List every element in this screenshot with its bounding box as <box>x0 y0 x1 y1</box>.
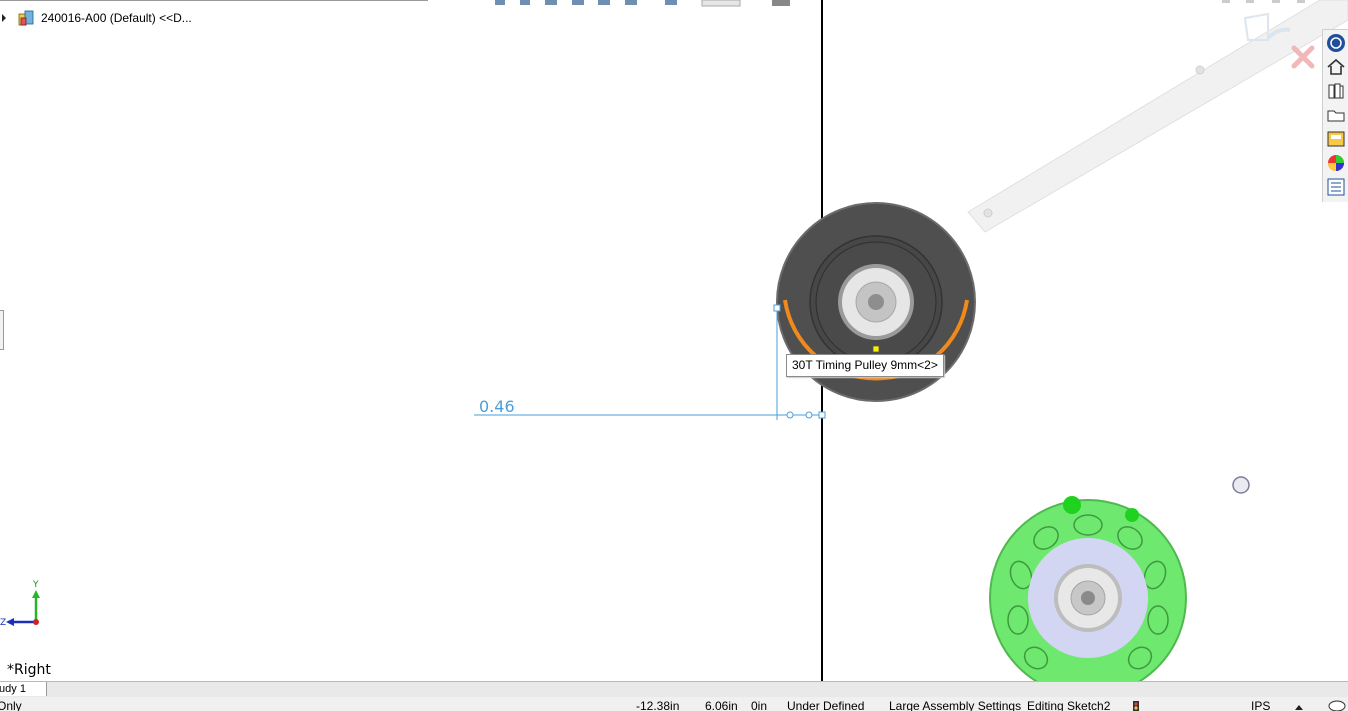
dimension-value[interactable]: 0.46 <box>479 397 515 416</box>
appearances-icon[interactable] <box>1325 152 1347 174</box>
status-left-text: Only <box>0 699 22 711</box>
tab-motion-study[interactable]: tudy 1 <box>0 682 47 696</box>
sketch-dimension[interactable] <box>474 304 826 420</box>
cancel-icon[interactable] <box>1291 45 1315 69</box>
help-chat-icon[interactable] <box>1328 699 1346 711</box>
home-icon[interactable] <box>1325 56 1347 78</box>
ghost-link-part <box>967 0 1348 233</box>
task-pane-tabs[interactable] <box>1322 29 1348 202</box>
bottom-tab-bar: tudy 1 <box>0 681 1348 697</box>
status-units[interactable]: IPS <box>1251 697 1270 711</box>
status-sketch-state: Under Defined <box>787 699 865 711</box>
file-explorer-icon[interactable] <box>1325 104 1347 126</box>
triad-y-label: Y <box>32 580 39 590</box>
status-assembly-mode[interactable]: Large Assembly Settings <box>889 697 1021 711</box>
units-menu-arrow-icon[interactable] <box>1295 699 1303 711</box>
reference-triad: Y Z <box>0 580 40 628</box>
graphics-area[interactable]: 240016-A00 (Default) <<D... Y Z 30T Timi… <box>0 0 1348 681</box>
status-x-coord: -12.38in <box>636 699 680 711</box>
green-pulley[interactable] <box>989 496 1187 681</box>
status-bar: Only -12.38in 6.06in 0in Under Defined L… <box>0 697 1348 711</box>
custom-properties-icon[interactable] <box>1325 176 1347 198</box>
status-editing: Editing Sketch2 <box>1027 699 1111 711</box>
status-y-coord: 6.06in <box>705 699 738 711</box>
svg-text:Z: Z <box>0 618 6 628</box>
view-orientation-label: *Right <box>7 662 51 678</box>
model-canvas: Y Z <box>0 0 1348 681</box>
component-tooltip: 30T Timing Pulley 9mm<2> <box>786 354 944 377</box>
design-library-icon[interactable] <box>1325 80 1347 102</box>
small-fastener[interactable] <box>1232 476 1250 494</box>
rebuild-traffic-light-icon[interactable] <box>1131 700 1141 711</box>
status-z-coord: 0in <box>751 699 768 711</box>
view-palette-icon[interactable] <box>1325 128 1347 150</box>
resources-icon[interactable] <box>1325 32 1347 54</box>
